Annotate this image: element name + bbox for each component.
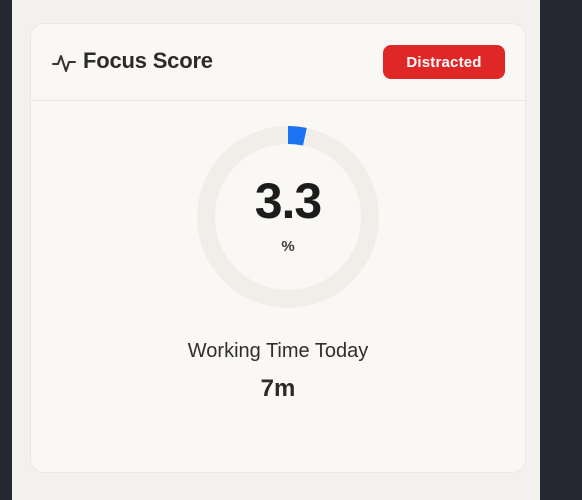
focus-score-unit: % (281, 238, 295, 255)
focus-panel: Focus Score Distracted 3.3 % Working Tim… (12, 0, 540, 500)
card-title: Focus Score (83, 48, 213, 73)
status-badge: Distracted (383, 45, 505, 79)
focus-score-card: Focus Score Distracted 3.3 % Working Tim… (30, 23, 526, 473)
activity-pulse-icon (52, 55, 76, 72)
working-time-label: Working Time Today (187, 340, 369, 362)
card-header: Focus Score Distracted (31, 24, 525, 101)
working-time-value: 7m (260, 375, 296, 402)
focus-score-value: 3.3 (254, 173, 323, 229)
right-edge-strip (540, 0, 582, 500)
focus-score-gauge: 3.3 % (193, 122, 383, 312)
